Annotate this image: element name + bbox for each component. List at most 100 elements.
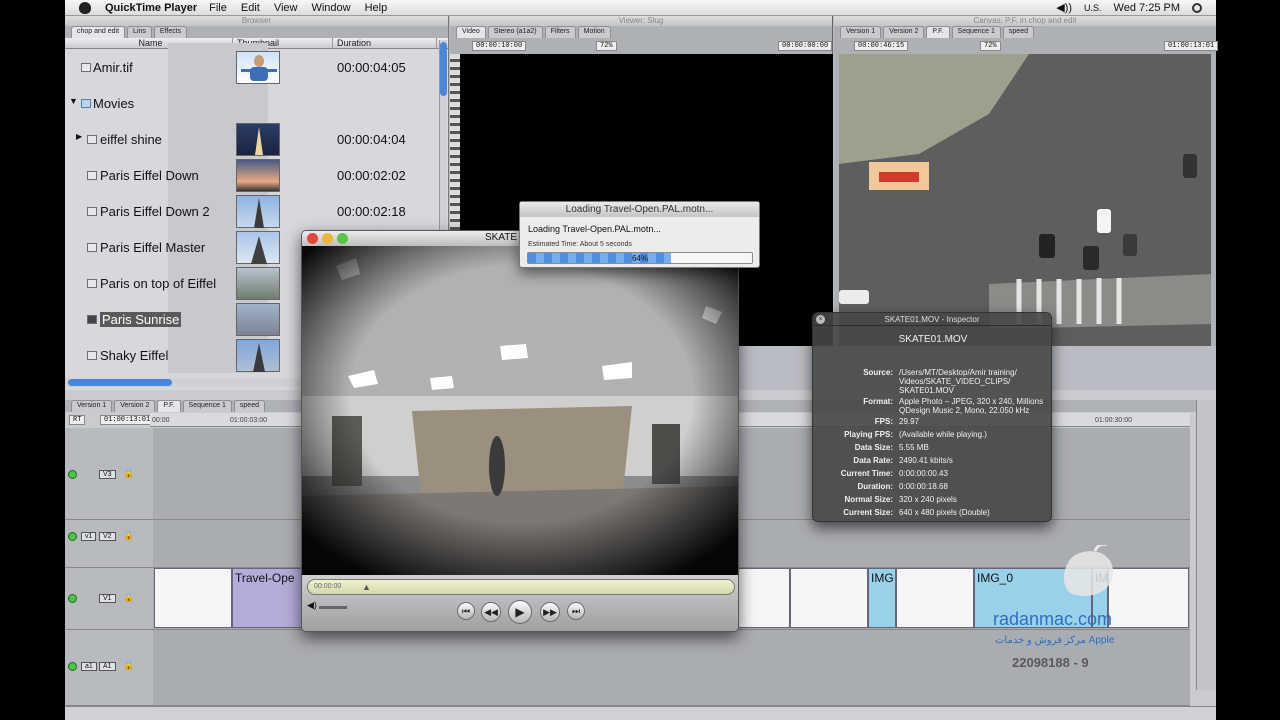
close-button[interactable] xyxy=(307,233,318,244)
list-item[interactable]: Paris Eiffel Down 00:00:02:02 xyxy=(65,158,437,194)
menu-edit[interactable]: Edit xyxy=(241,2,260,14)
tab-sequence-1[interactable]: Sequence 1 xyxy=(182,400,232,412)
inspector-close-button[interactable]: × xyxy=(816,315,825,324)
thumbnail-eiffel-shine xyxy=(236,123,280,156)
thumbnail-eiffel-down-2 xyxy=(236,195,280,228)
thumbnail-eiffel-master xyxy=(236,231,280,264)
menu-file[interactable]: File xyxy=(209,2,227,14)
apple-menu-icon[interactable] xyxy=(79,1,91,14)
list-item[interactable]: Paris Eiffel Down 2 00:00:02:18 xyxy=(65,194,437,230)
menu-view[interactable]: View xyxy=(274,2,298,14)
loading-percent: 64% xyxy=(631,254,648,263)
source-patch-a1[interactable]: a1 xyxy=(81,662,97,671)
tab-version-2[interactable]: Version 2 xyxy=(114,400,156,412)
dest-patch-v1[interactable]: V1 xyxy=(99,594,116,603)
tab-video[interactable]: Video xyxy=(456,26,486,38)
list-item[interactable]: ▼ Movies xyxy=(65,86,437,122)
canvas-street-scene xyxy=(839,54,1211,346)
clip-icon xyxy=(87,171,97,180)
tab-effects[interactable]: Effects xyxy=(153,26,188,38)
tab-lins[interactable]: Lins xyxy=(127,26,152,38)
tab-pf[interactable]: P.F. xyxy=(157,400,181,412)
timeline-clip-travel-open[interactable]: Travel-Ope xyxy=(232,568,302,628)
tab-filters[interactable]: Filters xyxy=(544,26,576,38)
track-header-v2: v1 V2 🔒 xyxy=(65,520,153,568)
viewer-duration-timecode[interactable]: 00:00:10:00 xyxy=(472,41,527,51)
loading-message: Loading Travel-Open.PAL.motn... xyxy=(528,224,661,234)
timeline-clip[interactable] xyxy=(896,568,974,628)
canvas-title: Canvas: P.F. in chop and edit xyxy=(834,16,1216,26)
lock-icon[interactable]: 🔒 xyxy=(123,530,134,541)
dest-patch-a1[interactable]: A1 xyxy=(99,662,116,671)
disclosure-open-icon[interactable]: ▼ xyxy=(69,96,78,106)
canvas-duration-timecode[interactable]: 00:00:46:15 xyxy=(854,41,909,51)
lock-icon[interactable]: 🔒 xyxy=(123,660,134,671)
dest-patch-v3[interactable]: V3 xyxy=(99,470,116,479)
disclosure-closed-icon[interactable]: ▶ xyxy=(76,132,82,141)
dest-patch-v2[interactable]: V2 xyxy=(99,532,116,541)
thumbnail-shaky-eiffel xyxy=(236,339,280,372)
skate-video-frame xyxy=(302,246,738,575)
timeline-clip[interactable] xyxy=(790,568,868,628)
spotlight-icon[interactable] xyxy=(1192,2,1202,13)
track-header-a1: a1 A1 🔒 xyxy=(65,630,153,706)
lock-icon[interactable]: 🔒 xyxy=(123,468,134,479)
clip-icon xyxy=(87,207,97,216)
folder-icon xyxy=(81,99,91,108)
ruler-label: 00:00 xyxy=(152,417,170,424)
viewer-current-timecode[interactable]: 00:00:00:00 xyxy=(778,41,833,51)
play-button[interactable]: ▶ xyxy=(508,600,532,624)
lock-icon[interactable]: 🔒 xyxy=(123,592,134,603)
tab-speed[interactable]: speed xyxy=(1002,26,1034,38)
thumbnail-amir xyxy=(236,51,280,84)
minimize-button[interactable] xyxy=(322,233,333,244)
col-duration[interactable]: Duration xyxy=(333,38,437,48)
timeline-zoom-bar[interactable] xyxy=(65,706,1216,720)
clock[interactable]: Wed 7:25 PM xyxy=(1114,2,1180,14)
menu-help[interactable]: Help xyxy=(365,2,388,14)
tools-palette[interactable] xyxy=(1196,400,1216,690)
tab-pf[interactable]: P.F. xyxy=(926,26,950,38)
timeline-clip-img[interactable]: IMG xyxy=(868,568,896,628)
viewer-zoom-menu[interactable]: 72% xyxy=(596,41,617,51)
fast-forward-button[interactable]: ▶▶ xyxy=(540,602,560,622)
playhead-icon[interactable]: ▲ xyxy=(362,582,371,592)
rewind-button[interactable]: ◀◀ xyxy=(481,602,501,622)
menu-window[interactable]: Window xyxy=(311,2,350,14)
list-item[interactable]: Amir.tif 00:00:04:05 xyxy=(65,50,437,86)
tab-speed[interactable]: speed xyxy=(233,400,265,412)
input-menu[interactable]: U.S. xyxy=(1084,3,1102,13)
tab-version-1[interactable]: Version 1 xyxy=(840,26,882,38)
tab-chop-and-edit[interactable]: chop and edit xyxy=(71,26,126,38)
track-visibility-toggle[interactable] xyxy=(68,470,77,479)
app-menu[interactable]: QuickTime Player xyxy=(105,2,197,14)
track-visibility-toggle[interactable] xyxy=(68,532,77,541)
canvas-zoom-menu[interactable]: 72% xyxy=(980,41,1001,51)
canvas-current-timecode[interactable]: 01:00:13:01 xyxy=(1164,41,1219,51)
viewer-tabs: Video Stereo (a1a2) Filters Motion xyxy=(450,26,832,38)
qt-scrubber[interactable]: 00:00:00 ▲ xyxy=(307,579,735,595)
source-patch-v1[interactable]: v1 xyxy=(81,532,97,541)
rt-menu[interactable]: RT xyxy=(69,415,86,425)
volume-slider[interactable] xyxy=(319,606,347,609)
loading-progress-bar: 64% xyxy=(527,252,753,264)
list-item[interactable]: ▶ eiffel shine 00:00:04:04 xyxy=(65,122,437,158)
canvas-pane: Canvas: P.F. in chop and edit Version 1 … xyxy=(834,16,1219,346)
clip-icon xyxy=(87,135,97,144)
qt-video[interactable] xyxy=(302,246,738,575)
tab-stereo[interactable]: Stereo (a1a2) xyxy=(487,26,543,38)
timeline-clip[interactable] xyxy=(154,568,232,628)
volume-icon[interactable]: ◀)) xyxy=(1056,1,1072,14)
track-visibility-toggle[interactable] xyxy=(68,594,77,603)
go-to-start-button[interactable]: ⏮ xyxy=(457,602,475,620)
zoom-button[interactable] xyxy=(337,233,348,244)
timeline-timecode[interactable]: 01:00:13:01 xyxy=(100,415,155,425)
tab-version-1[interactable]: Version 1 xyxy=(71,400,113,412)
tab-motion[interactable]: Motion xyxy=(577,26,611,38)
go-to-end-button[interactable]: ⏭ xyxy=(567,602,585,620)
track-visibility-toggle[interactable] xyxy=(68,662,77,671)
tab-version-2[interactable]: Version 2 xyxy=(883,26,925,38)
tab-sequence-1[interactable]: Sequence 1 xyxy=(951,26,1001,38)
timeline-clip[interactable] xyxy=(738,568,790,628)
watermark: radanmac.com مرکز فروش و خدمات Apple 220… xyxy=(985,545,1135,675)
